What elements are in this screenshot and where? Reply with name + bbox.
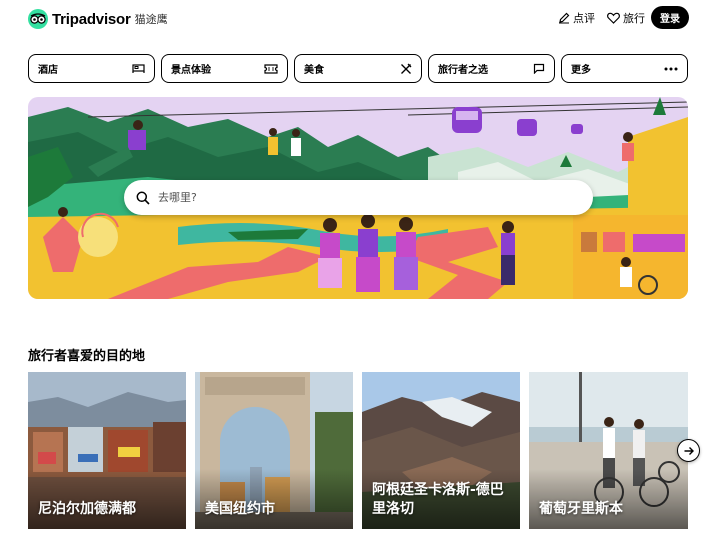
search-icon xyxy=(136,191,150,205)
tripadvisor-logo[interactable]: Tripadvisor 猫途鹰 xyxy=(28,9,168,29)
category-restaurants[interactable]: 美食 xyxy=(294,54,422,83)
review-link[interactable]: 点评 xyxy=(558,10,595,26)
destination-label: 美国纽约市 xyxy=(205,501,275,517)
heart-icon xyxy=(607,12,620,24)
card-shade xyxy=(28,469,186,529)
search-bar[interactable] xyxy=(124,180,593,215)
category-label: 景点体验 xyxy=(171,65,211,76)
more-icon xyxy=(664,67,678,70)
category-label: 旅行者之选 xyxy=(438,65,488,76)
bed-icon xyxy=(132,64,145,73)
top-header: Tripadvisor 猫途鹰 点评 旅行 登录 xyxy=(0,0,720,40)
category-hotels[interactable]: 酒店 xyxy=(28,54,155,83)
login-button[interactable]: 登录 xyxy=(651,6,689,29)
utensils-icon xyxy=(401,63,412,74)
search-input[interactable] xyxy=(158,191,578,204)
destination-label: 尼泊尔加德满都 xyxy=(38,501,136,517)
owl-logo-icon xyxy=(28,9,48,29)
destination-card-new-york[interactable]: 美国纽约市 xyxy=(195,372,353,529)
logo-chinese-text: 猫途鹰 xyxy=(134,13,168,26)
category-label: 美食 xyxy=(304,65,324,76)
carousel-next-button[interactable] xyxy=(677,439,700,462)
logo-text: Tripadvisor xyxy=(52,10,131,28)
category-label: 酒店 xyxy=(38,65,58,76)
ticket-icon xyxy=(264,63,278,74)
destination-label: 阿根廷圣卡洛斯-德巴里洛切 xyxy=(372,482,504,517)
card-shade xyxy=(195,469,353,529)
review-label: 点评 xyxy=(573,12,595,25)
trips-label: 旅行 xyxy=(623,12,645,25)
destination-card-lisbon[interactable]: 葡萄牙里斯本 xyxy=(529,372,688,529)
pencil-icon xyxy=(559,12,570,24)
trips-link[interactable]: 旅行 xyxy=(607,10,645,26)
category-attractions[interactable]: 景点体验 xyxy=(161,54,288,83)
card-shade xyxy=(529,469,688,529)
section-title: 旅行者喜爱的目的地 xyxy=(28,349,146,364)
arrow-right-icon xyxy=(684,446,694,455)
destination-card-kathmandu[interactable]: 尼泊尔加德满都 xyxy=(28,372,186,529)
destination-label: 葡萄牙里斯本 xyxy=(539,501,623,517)
destination-card-bariloche[interactable]: 阿根廷圣卡洛斯-德巴里洛切 xyxy=(362,372,520,529)
category-more[interactable]: 更多 xyxy=(561,54,688,83)
chat-icon xyxy=(533,63,545,74)
category-travelers-choice[interactable]: 旅行者之选 xyxy=(428,54,555,83)
category-label: 更多 xyxy=(571,65,591,76)
